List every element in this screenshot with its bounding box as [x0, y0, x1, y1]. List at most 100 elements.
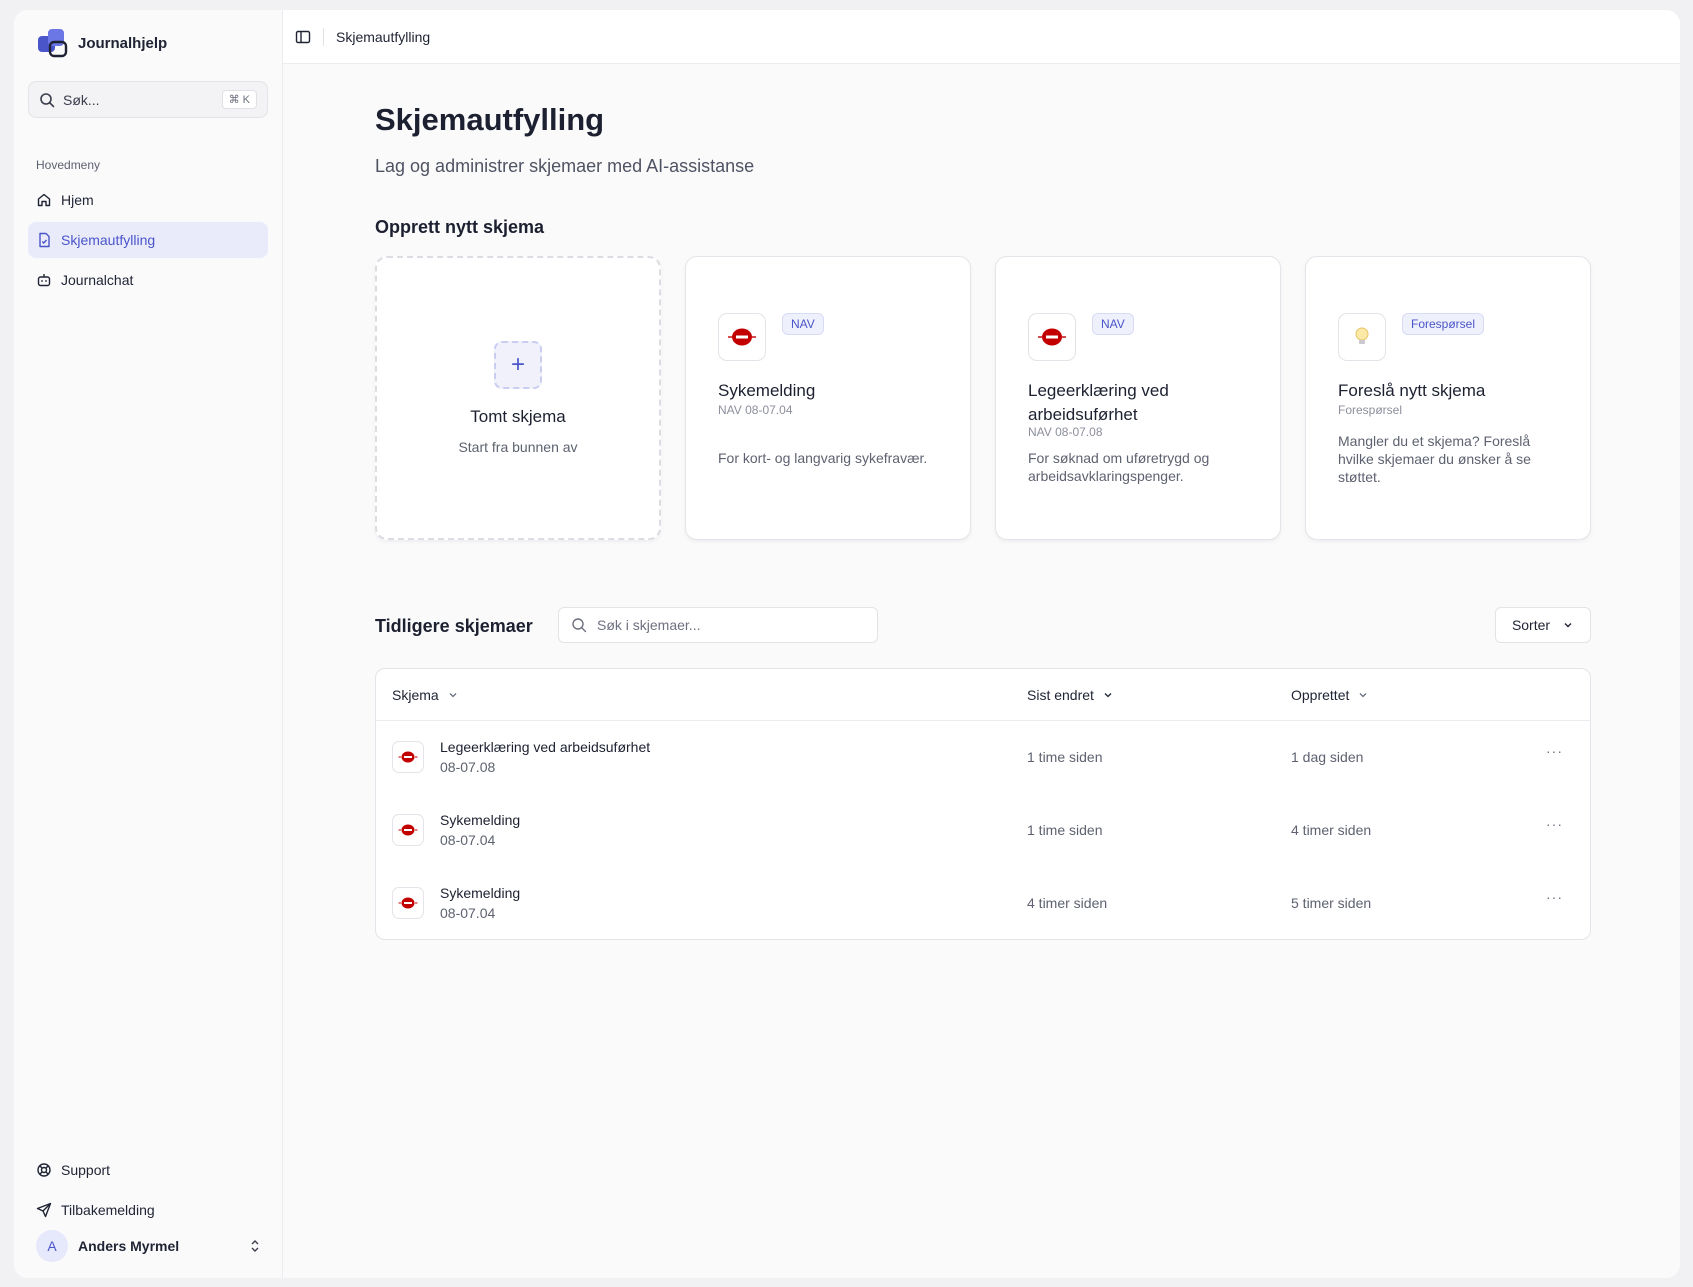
- sidebar-item-journalchat[interactable]: Journalchat: [28, 262, 268, 298]
- chevron-down-icon: [449, 693, 457, 698]
- brand[interactable]: Journalhjelp: [36, 26, 167, 60]
- card-description: Mangler du et skjema? Foreslå hvilke skj…: [1338, 433, 1531, 485]
- template-card-sykemelding[interactable]: NAV Sykemelding NAV 08-07.04 For kort- o…: [685, 256, 971, 540]
- nav-logo-icon: [718, 313, 766, 361]
- template-card-legeerklaering[interactable]: NAV Legeerklæring ved arbeidsuførhet NAV…: [995, 256, 1281, 540]
- column-header-sist-endret[interactable]: Sist endret: [1027, 687, 1114, 703]
- app-name: Journalhjelp: [78, 34, 168, 52]
- column-label: Opprettet: [1291, 687, 1350, 703]
- forms-search-input[interactable]: [597, 617, 865, 633]
- app-window: Journalhjelp Søk... ⌘ K Hovedmeny Hjem S…: [14, 10, 1680, 1278]
- nav-section-label: Hovedmeny: [36, 158, 101, 172]
- row-form-code: 08-07.04: [440, 832, 496, 848]
- row-modified: 4 timer siden: [1027, 895, 1108, 911]
- lightbulb-icon: [1338, 313, 1386, 361]
- card-description: For kort- og langvarig sykefravær.: [718, 450, 928, 466]
- card-description: For søknad om uføretrygd og arbeidsavkla…: [1028, 450, 1210, 484]
- row-modified: 1 time siden: [1027, 749, 1103, 765]
- chevron-down-icon: [1104, 693, 1112, 698]
- avatar: A: [36, 1230, 68, 1262]
- chevron-up-down-icon: [248, 1239, 262, 1253]
- secondary-nav: Support Tilbakemelding: [28, 1152, 268, 1232]
- sidebar-item-label: Hjem: [61, 192, 94, 208]
- topbar: Skjemautfylling: [283, 10, 1680, 64]
- nav-logo-icon: [392, 814, 424, 846]
- send-icon: [36, 1202, 52, 1218]
- category-badge: NAV: [1092, 313, 1134, 335]
- forms-search: [558, 607, 878, 643]
- nav-logo-icon: [1028, 313, 1076, 361]
- template-cards: + Tomt skjema Start fra bunnen av NAV Sy…: [375, 256, 1591, 540]
- search-icon: [571, 617, 587, 633]
- card-title: Sykemelding: [718, 381, 816, 400]
- main-area: Skjemautfylling Skjemautfylling Lag og a…: [283, 10, 1680, 1278]
- more-options-icon[interactable]: ···: [1546, 743, 1563, 759]
- plus-icon: +: [494, 341, 542, 389]
- previous-forms-title: Tidligere skjemaer: [375, 616, 533, 636]
- sidebar-item-skjemautfylling[interactable]: Skjemautfylling: [28, 222, 268, 258]
- row-form-name: Sykemelding: [440, 885, 521, 901]
- card-subtitle: Start fra bunnen av: [458, 439, 578, 455]
- column-label: Sist endret: [1027, 687, 1094, 703]
- card-title: Legeerklæring ved arbeidsuførhet: [1028, 381, 1169, 424]
- row-form-name: Sykemelding: [440, 812, 521, 828]
- more-options-icon[interactable]: ···: [1546, 816, 1563, 832]
- page-subtitle: Lag og administrer skjemaer med AI-assis…: [375, 156, 755, 176]
- lifebuoy-icon: [36, 1162, 52, 1178]
- table-header: Skjema Sist endret Opprettet: [376, 669, 1590, 721]
- sidebar-item-label: Journalchat: [61, 272, 134, 288]
- row-form-name: Legeerklæring ved arbeidsuførhet: [440, 739, 651, 755]
- table-row[interactable]: Sykemelding 08-07.04 4 timer siden 5 tim…: [376, 867, 1590, 940]
- form-icon: [36, 232, 52, 248]
- row-form-code: 08-07.04: [440, 905, 496, 921]
- bot-icon: [36, 272, 52, 288]
- sidebar-item-label: Skjemautfylling: [61, 232, 156, 248]
- more-options-icon[interactable]: ···: [1546, 889, 1563, 905]
- column-header-skjema[interactable]: Skjema: [392, 687, 459, 703]
- sidebar-item-tilbakemelding[interactable]: Tilbakemelding: [28, 1192, 268, 1228]
- row-form-code: 08-07.08: [440, 759, 496, 775]
- card-code: NAV 08-07.04: [718, 403, 793, 417]
- home-icon: [36, 192, 52, 208]
- nav-logo-icon: [392, 741, 424, 773]
- category-badge: Forespørsel: [1402, 313, 1485, 335]
- row-created: 5 timer siden: [1291, 895, 1372, 911]
- card-code: Forespørsel: [1338, 403, 1403, 417]
- user-name: Anders Myrmel: [78, 1238, 180, 1254]
- main-nav: Hjem Skjemautfylling Journalchat: [28, 182, 268, 302]
- sidebar-item-hjem[interactable]: Hjem: [28, 182, 268, 218]
- global-search[interactable]: Søk... ⌘ K: [28, 81, 268, 118]
- sort-button[interactable]: Sorter: [1495, 607, 1591, 643]
- category-badge: NAV: [782, 313, 824, 335]
- search-shortcut: ⌘ K: [221, 90, 257, 109]
- search-icon: [39, 92, 55, 108]
- card-code: NAV 08-07.08: [1028, 425, 1103, 439]
- column-header-opprettet[interactable]: Opprettet: [1291, 687, 1369, 703]
- sidebar: Journalhjelp Søk... ⌘ K Hovedmeny Hjem S…: [14, 10, 283, 1278]
- sidebar-toggle-icon[interactable]: [295, 29, 311, 45]
- table-row[interactable]: Sykemelding 08-07.04 1 time siden 4 time…: [376, 794, 1590, 867]
- card-title: Tomt skjema: [470, 407, 566, 426]
- user-menu[interactable]: A Anders Myrmel: [36, 1229, 262, 1263]
- chevron-down-icon: [1562, 619, 1574, 631]
- column-label: Skjema: [392, 687, 439, 703]
- row-created: 1 dag siden: [1291, 749, 1364, 765]
- divider: [323, 27, 324, 46]
- sort-label: Sorter: [1511, 617, 1551, 633]
- new-form-section-title: Opprett nytt skjema: [375, 217, 545, 237]
- table-row[interactable]: Legeerklæring ved arbeidsuførhet 08-07.0…: [376, 721, 1590, 794]
- app-logo-icon: [36, 26, 70, 60]
- chevron-down-icon: [1359, 693, 1367, 698]
- sidebar-item-label: Tilbakemelding: [61, 1202, 155, 1218]
- card-title: Foreslå nytt skjema: [1338, 381, 1486, 400]
- template-card-suggest[interactable]: Forespørsel Foreslå nytt skjema Forespør…: [1305, 256, 1591, 540]
- breadcrumb: Skjemautfylling: [336, 28, 431, 45]
- search-placeholder: Søk...: [63, 91, 100, 108]
- blank-form-card[interactable]: + Tomt skjema Start fra bunnen av: [375, 256, 661, 540]
- sidebar-item-label: Support: [61, 1162, 111, 1178]
- row-created: 4 timer siden: [1291, 822, 1372, 838]
- forms-table: Skjema Sist endret Opprettet Legeerklæri…: [375, 668, 1591, 940]
- nav-logo-icon: [392, 887, 424, 919]
- sidebar-item-support[interactable]: Support: [28, 1152, 268, 1188]
- page-title: Skjemautfylling: [375, 102, 605, 137]
